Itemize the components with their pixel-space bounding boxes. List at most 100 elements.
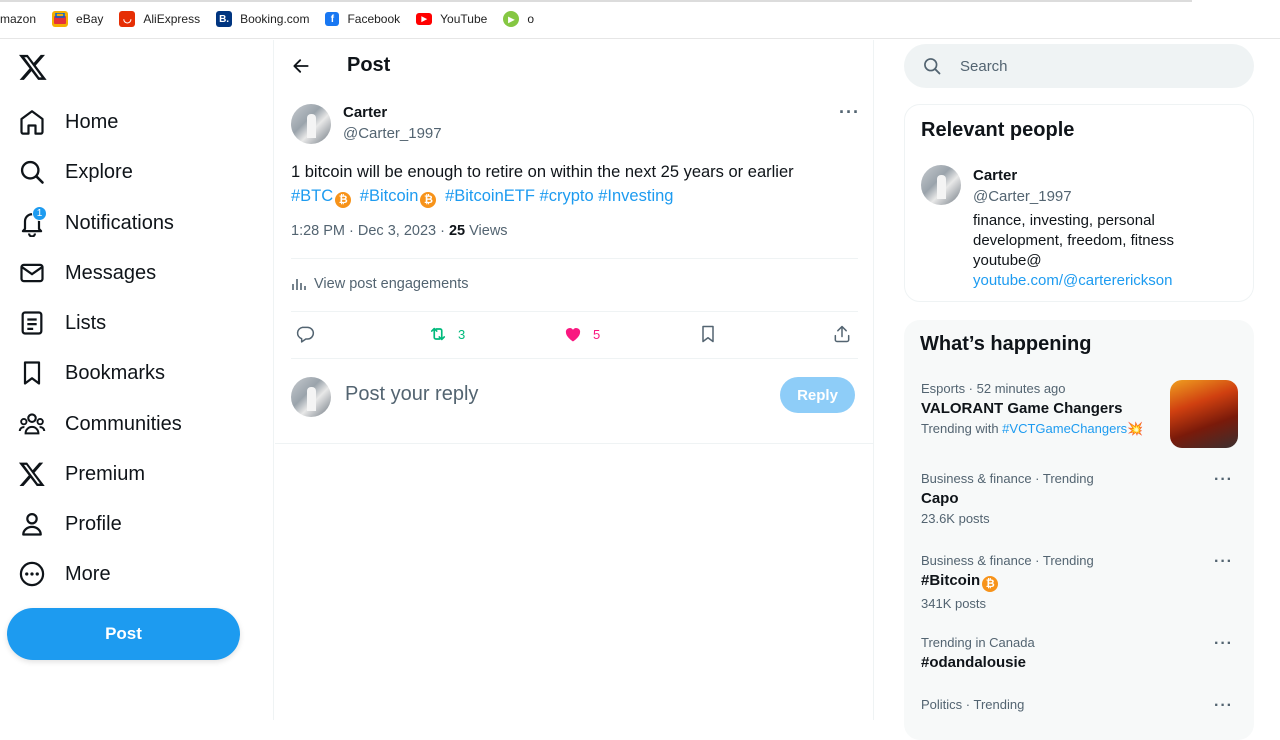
trend-more-icon[interactable]: ··· bbox=[1214, 553, 1233, 571]
bookmark-icon bbox=[702, 325, 714, 343]
trend-sub: 341K posts bbox=[921, 596, 987, 611]
person-icon bbox=[22, 512, 42, 536]
people-icon bbox=[18, 413, 46, 435]
bookmark-label: mazon bbox=[0, 12, 37, 26]
hashtag-btc[interactable]: #BTC bbox=[291, 187, 333, 205]
nav-item-more[interactable]: More bbox=[18, 554, 111, 594]
relevant-person-name[interactable]: Carter bbox=[973, 167, 1017, 184]
nav-item-home[interactable]: Home bbox=[18, 102, 118, 142]
bio-link[interactable]: youtube.com/@cartererickson bbox=[973, 272, 1172, 289]
x-logo-icon[interactable] bbox=[18, 52, 48, 82]
hashtag-investing[interactable]: #Investing bbox=[598, 187, 673, 205]
trend-more-icon[interactable]: ··· bbox=[1214, 697, 1233, 715]
whats-happening-card: What’s happening Esports · 52 minutes ag… bbox=[904, 320, 1254, 740]
bookmark-booking[interactable]: B. Booking.com bbox=[216, 11, 309, 27]
bitcoin-emoji-icon: ₿ bbox=[335, 192, 352, 208]
trend-context: Business & finance · Trending bbox=[921, 471, 1094, 486]
left-navigation: Home Explore 1 Notifications Messages Li… bbox=[0, 40, 274, 720]
views-count: 25 bbox=[448, 223, 466, 239]
bookmarks-bar: mazon eBay ◡ AliExpress B. Booking.com f… bbox=[0, 0, 1280, 39]
booking-icon: B. bbox=[216, 11, 233, 27]
author-handle[interactable]: @Carter_1997 bbox=[343, 125, 442, 142]
more-options-icon[interactable]: ··· bbox=[839, 102, 860, 123]
main-column: Post Carter @Carter_1997 ··· 1 bitcoin w… bbox=[275, 40, 874, 720]
nav-item-lists[interactable]: Lists bbox=[18, 303, 106, 343]
hashtag-bitcoin[interactable]: #Bitcoin bbox=[360, 187, 419, 205]
nav-item-profile[interactable]: Profile bbox=[18, 504, 122, 544]
hashtag-crypto[interactable]: #crypto bbox=[540, 187, 594, 205]
bio-text: finance, investing, personal development… bbox=[973, 212, 1174, 269]
like-count: 5 bbox=[593, 326, 601, 342]
search-input[interactable]: Search bbox=[960, 58, 1008, 75]
nav-label: More bbox=[65, 562, 111, 585]
views-label: Views bbox=[465, 223, 508, 239]
trend-more-icon[interactable]: ··· bbox=[1214, 635, 1233, 653]
nav-item-explore[interactable]: Explore bbox=[18, 152, 133, 192]
bookmark-youtube[interactable]: ▶ YouTube bbox=[416, 12, 487, 26]
divider bbox=[291, 311, 858, 312]
author-name[interactable]: Carter bbox=[343, 104, 387, 121]
nav-item-messages[interactable]: Messages bbox=[18, 253, 156, 293]
retweet-action[interactable]: 3 bbox=[428, 324, 465, 344]
bookmark-rumble[interactable]: ▶ o bbox=[503, 11, 534, 27]
bookmark-action[interactable] bbox=[698, 324, 718, 344]
trend-item[interactable]: Business & finance · Trending Capo 23.6K… bbox=[921, 471, 1241, 526]
nav-item-communities[interactable]: Communities bbox=[18, 404, 182, 444]
facebook-icon: f bbox=[325, 12, 340, 26]
post-text: 1 bitcoin will be enough to retire on wi… bbox=[291, 160, 851, 208]
aliexpress-icon: ◡ bbox=[119, 11, 136, 27]
trend-tag-link[interactable]: #VCTGameChangers bbox=[1002, 421, 1127, 436]
current-user-avatar[interactable] bbox=[291, 377, 331, 417]
nav-label: Notifications bbox=[65, 211, 174, 234]
trend-context: Politics · Trending bbox=[921, 697, 1025, 712]
post-meta: 1:28 PM · Dec 3, 2023 · 25 Views bbox=[291, 223, 508, 239]
post-timestamp[interactable]: 1:28 PM · Dec 3, 2023 · bbox=[291, 223, 449, 239]
trend-thumbnail[interactable] bbox=[1170, 380, 1238, 448]
nav-label: Home bbox=[65, 110, 119, 133]
trend-item[interactable]: Business & finance · Trending #Bitcoin ₿ … bbox=[921, 553, 1241, 611]
bookmark-label: eBay bbox=[76, 12, 104, 26]
trend-item[interactable]: Politics · Trending ··· bbox=[921, 697, 1241, 715]
reply-input[interactable]: Post your reply bbox=[345, 383, 478, 406]
reply-button[interactable]: Reply bbox=[780, 377, 855, 413]
share-action[interactable] bbox=[832, 324, 852, 344]
card-title: Relevant people bbox=[921, 119, 1075, 141]
rumble-icon: ▶ bbox=[503, 11, 520, 27]
post-actions: 3 5 bbox=[291, 324, 858, 348]
trend-more-icon[interactable]: ··· bbox=[1214, 471, 1233, 489]
search-bar[interactable]: Search bbox=[904, 44, 1254, 88]
bookmark-label: YouTube bbox=[440, 12, 488, 26]
list-icon bbox=[21, 311, 43, 335]
hashtag-bitcoinetf[interactable]: #BitcoinETF bbox=[445, 187, 535, 205]
trend-name: Capo bbox=[921, 490, 959, 507]
nav-item-bookmarks[interactable]: Bookmarks bbox=[18, 353, 165, 393]
bookmark-ebay[interactable]: eBay bbox=[52, 11, 103, 27]
post-hashtags: #BTC ₿ #Bitcoin ₿ #BitcoinETF #crypto #Inv… bbox=[291, 184, 851, 208]
bookmark-aliexpress[interactable]: ◡ AliExpress bbox=[119, 11, 200, 27]
bookmark-label: AliExpress bbox=[143, 12, 201, 26]
analytics-icon bbox=[292, 279, 306, 290]
reply-action[interactable] bbox=[295, 324, 315, 344]
divider bbox=[291, 358, 858, 359]
author-avatar[interactable] bbox=[291, 104, 331, 144]
nav-label: Communities bbox=[65, 412, 182, 435]
post-button[interactable]: Post bbox=[7, 608, 240, 660]
relevant-person-avatar[interactable] bbox=[921, 165, 961, 205]
back-arrow-icon[interactable] bbox=[291, 56, 311, 76]
bookmark-amazon[interactable]: mazon bbox=[0, 12, 36, 26]
bookmark-facebook[interactable]: f Facebook bbox=[325, 12, 400, 26]
notification-badge: 1 bbox=[32, 206, 47, 221]
like-action[interactable]: 5 bbox=[563, 324, 600, 344]
relevant-person-handle[interactable]: @Carter_1997 bbox=[973, 188, 1072, 205]
nav-item-notifications[interactable]: 1 Notifications bbox=[18, 203, 174, 243]
nav-item-premium[interactable]: Premium bbox=[18, 454, 145, 494]
envelope-icon bbox=[20, 263, 44, 283]
view-engagements-link[interactable]: View post engagements bbox=[291, 276, 469, 292]
bitcoin-emoji-icon: ₿ bbox=[420, 192, 437, 208]
divider bbox=[291, 258, 858, 259]
page-load-progress bbox=[0, 0, 1192, 2]
nav-label: Premium bbox=[65, 462, 146, 485]
relevant-person-bio: finance, investing, personal development… bbox=[973, 211, 1233, 291]
share-icon bbox=[834, 325, 850, 343]
trend-item[interactable]: Trending in Canada #odandalousie ··· bbox=[921, 635, 1241, 671]
